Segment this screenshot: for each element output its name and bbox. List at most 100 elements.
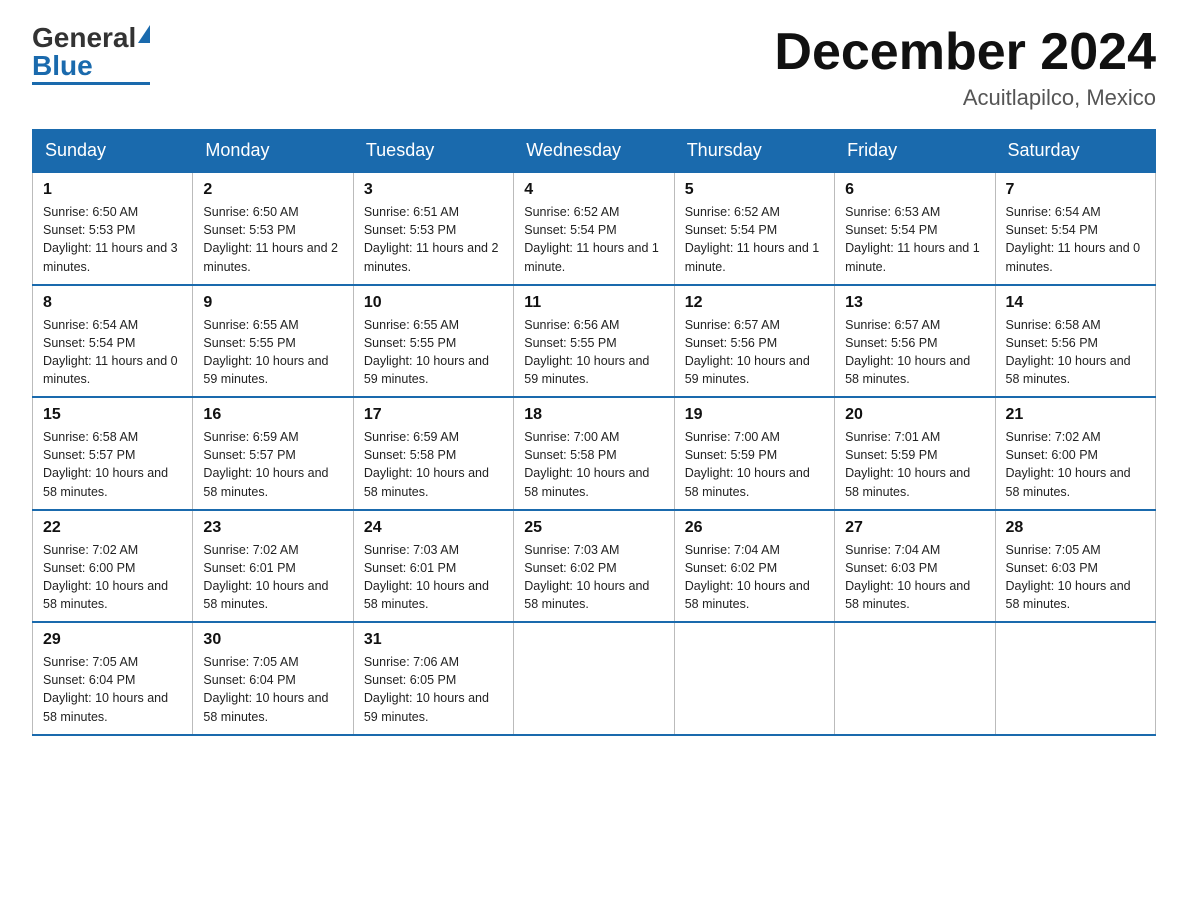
location-title: Acuitlapilco, Mexico [774,85,1156,111]
day-number: 31 [364,631,503,649]
logo-text-blue: Blue [32,52,93,80]
day-number: 29 [43,631,182,649]
weekday-header-sunday: Sunday [33,130,193,173]
day-number: 1 [43,181,182,199]
day-number: 5 [685,181,824,199]
calendar-cell: 29 Sunrise: 7:05 AMSunset: 6:04 PMDaylig… [33,622,193,735]
calendar-week-row: 15 Sunrise: 6:58 AMSunset: 5:57 PMDaylig… [33,397,1156,510]
weekday-header-row: SundayMondayTuesdayWednesdayThursdayFrid… [33,130,1156,173]
day-info: Sunrise: 6:56 AMSunset: 5:55 PMDaylight:… [524,318,649,386]
day-info: Sunrise: 7:05 AMSunset: 6:04 PMDaylight:… [43,655,168,723]
calendar-cell [514,622,674,735]
day-number: 19 [685,406,824,424]
calendar-week-row: 29 Sunrise: 7:05 AMSunset: 6:04 PMDaylig… [33,622,1156,735]
page-header: General Blue December 2024 Acuitlapilco,… [32,24,1156,111]
weekday-header-monday: Monday [193,130,353,173]
calendar-cell: 11 Sunrise: 6:56 AMSunset: 5:55 PMDaylig… [514,285,674,398]
day-number: 14 [1006,294,1145,312]
day-number: 26 [685,519,824,537]
calendar-cell: 1 Sunrise: 6:50 AMSunset: 5:53 PMDayligh… [33,172,193,285]
calendar-cell: 15 Sunrise: 6:58 AMSunset: 5:57 PMDaylig… [33,397,193,510]
day-number: 24 [364,519,503,537]
day-number: 13 [845,294,984,312]
day-info: Sunrise: 7:05 AMSunset: 6:04 PMDaylight:… [203,655,328,723]
day-number: 23 [203,519,342,537]
day-number: 8 [43,294,182,312]
day-info: Sunrise: 7:00 AMSunset: 5:59 PMDaylight:… [685,430,810,498]
calendar-cell: 21 Sunrise: 7:02 AMSunset: 6:00 PMDaylig… [995,397,1155,510]
calendar-cell: 23 Sunrise: 7:02 AMSunset: 6:01 PMDaylig… [193,510,353,623]
calendar-cell: 25 Sunrise: 7:03 AMSunset: 6:02 PMDaylig… [514,510,674,623]
calendar-cell: 19 Sunrise: 7:00 AMSunset: 5:59 PMDaylig… [674,397,834,510]
calendar-cell [995,622,1155,735]
calendar-table: SundayMondayTuesdayWednesdayThursdayFrid… [32,129,1156,736]
day-number: 27 [845,519,984,537]
day-info: Sunrise: 6:57 AMSunset: 5:56 PMDaylight:… [845,318,970,386]
calendar-cell: 26 Sunrise: 7:04 AMSunset: 6:02 PMDaylig… [674,510,834,623]
calendar-cell: 13 Sunrise: 6:57 AMSunset: 5:56 PMDaylig… [835,285,995,398]
weekday-header-thursday: Thursday [674,130,834,173]
day-number: 21 [1006,406,1145,424]
day-info: Sunrise: 7:02 AMSunset: 6:00 PMDaylight:… [43,543,168,611]
day-info: Sunrise: 7:06 AMSunset: 6:05 PMDaylight:… [364,655,489,723]
calendar-week-row: 1 Sunrise: 6:50 AMSunset: 5:53 PMDayligh… [33,172,1156,285]
logo: General Blue [32,24,150,85]
calendar-cell: 4 Sunrise: 6:52 AMSunset: 5:54 PMDayligh… [514,172,674,285]
day-number: 4 [524,181,663,199]
calendar-cell: 14 Sunrise: 6:58 AMSunset: 5:56 PMDaylig… [995,285,1155,398]
day-info: Sunrise: 6:57 AMSunset: 5:56 PMDaylight:… [685,318,810,386]
day-number: 12 [685,294,824,312]
day-info: Sunrise: 6:52 AMSunset: 5:54 PMDaylight:… [524,205,659,273]
day-info: Sunrise: 7:05 AMSunset: 6:03 PMDaylight:… [1006,543,1131,611]
day-number: 11 [524,294,663,312]
month-title: December 2024 [774,24,1156,81]
day-number: 9 [203,294,342,312]
calendar-cell: 5 Sunrise: 6:52 AMSunset: 5:54 PMDayligh… [674,172,834,285]
day-info: Sunrise: 7:03 AMSunset: 6:02 PMDaylight:… [524,543,649,611]
logo-triangle-icon [138,25,150,43]
calendar-cell [835,622,995,735]
day-info: Sunrise: 6:50 AMSunset: 5:53 PMDaylight:… [203,205,338,273]
calendar-cell: 9 Sunrise: 6:55 AMSunset: 5:55 PMDayligh… [193,285,353,398]
weekday-header-tuesday: Tuesday [353,130,513,173]
day-number: 20 [845,406,984,424]
calendar-cell [674,622,834,735]
day-number: 6 [845,181,984,199]
day-info: Sunrise: 6:54 AMSunset: 5:54 PMDaylight:… [43,318,178,386]
calendar-cell: 30 Sunrise: 7:05 AMSunset: 6:04 PMDaylig… [193,622,353,735]
day-info: Sunrise: 6:59 AMSunset: 5:58 PMDaylight:… [364,430,489,498]
calendar-cell: 12 Sunrise: 6:57 AMSunset: 5:56 PMDaylig… [674,285,834,398]
day-number: 15 [43,406,182,424]
weekday-header-friday: Friday [835,130,995,173]
day-number: 28 [1006,519,1145,537]
day-info: Sunrise: 6:53 AMSunset: 5:54 PMDaylight:… [845,205,980,273]
day-info: Sunrise: 6:50 AMSunset: 5:53 PMDaylight:… [43,205,178,273]
weekday-header-saturday: Saturday [995,130,1155,173]
day-number: 10 [364,294,503,312]
calendar-week-row: 8 Sunrise: 6:54 AMSunset: 5:54 PMDayligh… [33,285,1156,398]
calendar-cell: 17 Sunrise: 6:59 AMSunset: 5:58 PMDaylig… [353,397,513,510]
day-number: 30 [203,631,342,649]
day-info: Sunrise: 6:54 AMSunset: 5:54 PMDaylight:… [1006,205,1141,273]
day-number: 18 [524,406,663,424]
day-info: Sunrise: 6:55 AMSunset: 5:55 PMDaylight:… [203,318,328,386]
calendar-cell: 28 Sunrise: 7:05 AMSunset: 6:03 PMDaylig… [995,510,1155,623]
calendar-cell: 2 Sunrise: 6:50 AMSunset: 5:53 PMDayligh… [193,172,353,285]
calendar-cell: 8 Sunrise: 6:54 AMSunset: 5:54 PMDayligh… [33,285,193,398]
day-info: Sunrise: 6:52 AMSunset: 5:54 PMDaylight:… [685,205,820,273]
day-info: Sunrise: 6:58 AMSunset: 5:57 PMDaylight:… [43,430,168,498]
day-number: 17 [364,406,503,424]
calendar-cell: 31 Sunrise: 7:06 AMSunset: 6:05 PMDaylig… [353,622,513,735]
calendar-cell: 22 Sunrise: 7:02 AMSunset: 6:00 PMDaylig… [33,510,193,623]
calendar-cell: 3 Sunrise: 6:51 AMSunset: 5:53 PMDayligh… [353,172,513,285]
day-info: Sunrise: 6:58 AMSunset: 5:56 PMDaylight:… [1006,318,1131,386]
calendar-cell: 16 Sunrise: 6:59 AMSunset: 5:57 PMDaylig… [193,397,353,510]
day-info: Sunrise: 7:02 AMSunset: 6:00 PMDaylight:… [1006,430,1131,498]
day-number: 7 [1006,181,1145,199]
day-info: Sunrise: 7:00 AMSunset: 5:58 PMDaylight:… [524,430,649,498]
day-number: 2 [203,181,342,199]
calendar-cell: 6 Sunrise: 6:53 AMSunset: 5:54 PMDayligh… [835,172,995,285]
day-info: Sunrise: 7:01 AMSunset: 5:59 PMDaylight:… [845,430,970,498]
day-number: 22 [43,519,182,537]
day-info: Sunrise: 7:04 AMSunset: 6:02 PMDaylight:… [685,543,810,611]
